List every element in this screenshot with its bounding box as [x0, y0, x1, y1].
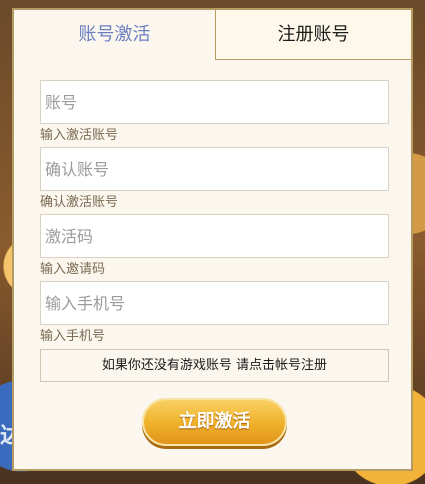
activation-dialog: 账号激活 注册账号 输入激活账号 确认激活账号 输入邀请码 输入手机号 如果你还…	[12, 8, 413, 471]
tab-bar: 账号激活 注册账号	[14, 10, 411, 60]
tab-register-account[interactable]: 注册账号	[215, 10, 411, 60]
tab-activate-account[interactable]: 账号激活	[14, 10, 215, 60]
activate-now-button[interactable]: 立即激活	[142, 398, 287, 446]
confirm-account-hint: 确认激活账号	[40, 195, 119, 210]
invite-code-hint: 输入邀请码	[40, 262, 106, 277]
phone-hint: 输入手机号	[40, 329, 106, 344]
activation-code-field[interactable]	[40, 214, 389, 258]
phone-field[interactable]	[40, 281, 389, 325]
confirm-account-field[interactable]	[40, 147, 389, 191]
account-field[interactable]	[40, 80, 389, 124]
account-input[interactable]	[41, 81, 388, 123]
phone-input[interactable]	[41, 282, 388, 324]
activation-code-input[interactable]	[41, 215, 388, 257]
account-hint: 输入激活账号	[40, 128, 119, 143]
register-link[interactable]: 如果你还没有游戏账号 请点击帐号注册	[40, 349, 389, 382]
confirm-account-input[interactable]	[41, 148, 388, 190]
